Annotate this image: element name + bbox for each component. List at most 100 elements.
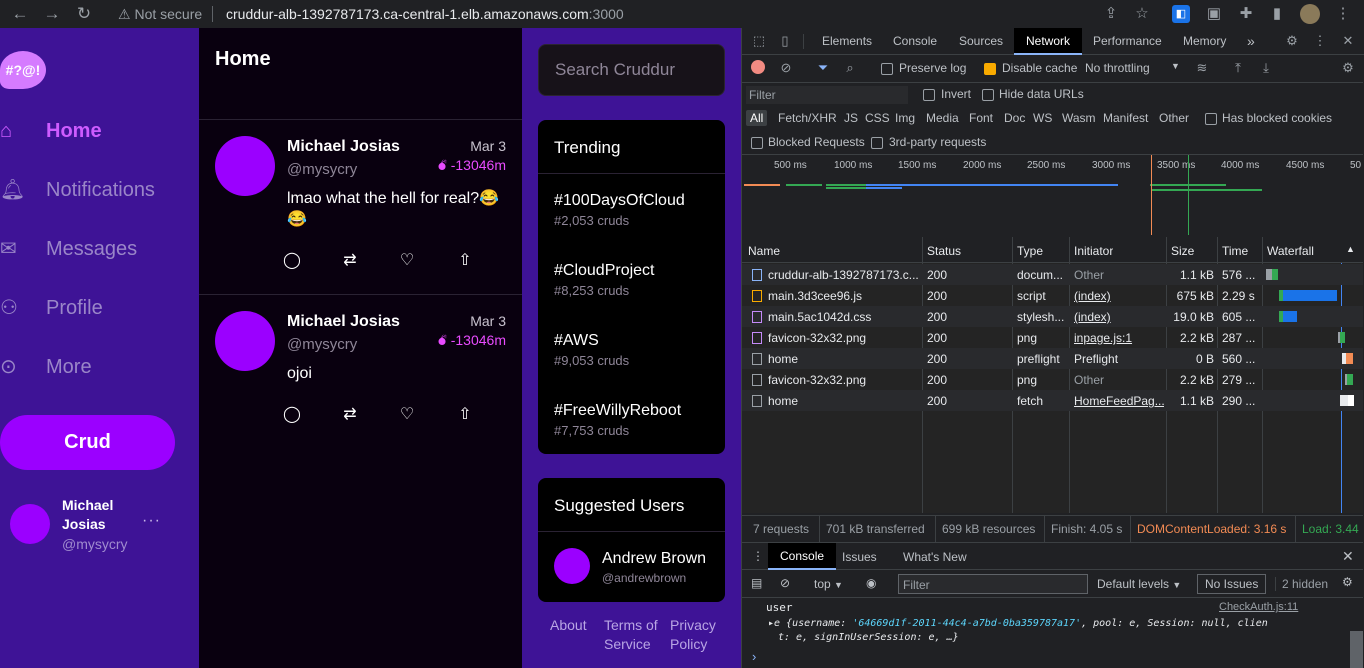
trend-item[interactable]: #FreeWillyReboot #7,753 cruds bbox=[554, 402, 681, 438]
log-levels-select[interactable]: Default levels ▼ bbox=[1097, 577, 1181, 591]
blocked-requests-checkbox[interactable] bbox=[751, 137, 763, 149]
disable-cache-checkbox[interactable] bbox=[984, 63, 996, 75]
avatar[interactable] bbox=[554, 548, 590, 584]
chevron-down-icon[interactable]: ▼ bbox=[1171, 61, 1180, 71]
clear-console-icon[interactable]: ⊘ bbox=[780, 576, 790, 590]
nav-home[interactable]: ⌂ Home bbox=[0, 111, 199, 151]
trend-item[interactable]: #100DaysOfCloud #2,053 cruds bbox=[554, 192, 685, 228]
tab-elements[interactable]: Elements bbox=[822, 28, 872, 55]
more-tabs-button[interactable]: » bbox=[1247, 28, 1255, 55]
network-conditions-icon[interactable]: ≋ bbox=[1194, 60, 1210, 76]
console-settings-icon[interactable]: ⚙ bbox=[1342, 575, 1353, 589]
avatar[interactable] bbox=[215, 136, 275, 196]
search-input[interactable]: Search Cruddur bbox=[538, 44, 725, 96]
post-author-handle[interactable]: @mysycry bbox=[287, 336, 357, 353]
filter-input[interactable]: Filter bbox=[746, 86, 908, 104]
share-icon[interactable]: ⇧ bbox=[454, 404, 476, 426]
activity-item[interactable]: Michael Josias @mysycry Mar 3 💣︎ -13046m… bbox=[199, 295, 522, 469]
type-filter-img[interactable]: Img bbox=[895, 111, 915, 125]
reload-icon[interactable]: ↻ bbox=[74, 4, 94, 24]
has-blocked-cookies-checkbox[interactable] bbox=[1205, 113, 1217, 125]
type-filter-font[interactable]: Font bbox=[969, 111, 993, 125]
type-filter-media[interactable]: Media bbox=[926, 111, 959, 125]
hide-data-urls-checkbox[interactable] bbox=[982, 89, 994, 101]
tab-console[interactable]: Console bbox=[893, 28, 937, 55]
column-name[interactable]: Name bbox=[748, 244, 780, 258]
type-filter-doc[interactable]: Doc bbox=[1004, 111, 1025, 125]
issues-button[interactable]: No Issues bbox=[1197, 574, 1267, 594]
request-initiator[interactable]: HomeFeedPag... bbox=[1074, 394, 1164, 408]
back-icon[interactable]: ← bbox=[10, 4, 30, 24]
sidepanel-icon[interactable]: ▮ bbox=[1267, 4, 1287, 24]
drawer-menu-icon[interactable]: ⋮ bbox=[752, 549, 764, 563]
type-filter-all[interactable]: All bbox=[746, 110, 768, 126]
column-size[interactable]: Size bbox=[1171, 244, 1194, 258]
network-settings-icon[interactable]: ⚙ bbox=[1340, 60, 1356, 76]
suggested-user-name[interactable]: Andrew Brown bbox=[602, 550, 706, 568]
post-author-handle[interactable]: @mysycry bbox=[287, 161, 357, 178]
nav-messages[interactable]: ✉ Messages bbox=[0, 229, 199, 269]
request-row[interactable]: home 200 preflight Preflight 0 B 560 ... bbox=[742, 348, 1363, 369]
live-expression-eye-icon[interactable]: ◉ bbox=[866, 576, 876, 590]
bookmark-star-icon[interactable]: ☆ bbox=[1132, 4, 1152, 24]
preserve-log-checkbox[interactable] bbox=[881, 63, 893, 75]
tab-console-drawer[interactable]: Console bbox=[768, 543, 837, 570]
request-row[interactable]: favicon-32x32.png 200 png Other 2.2 kB 279 ..… bbox=[742, 369, 1363, 390]
export-har-icon[interactable]: ⤓ bbox=[1258, 60, 1274, 76]
tab-performance[interactable]: Performance bbox=[1093, 28, 1162, 55]
reply-icon[interactable]: ◯ bbox=[281, 404, 303, 426]
security-indicator[interactable]: ⚠ Not secure bbox=[118, 4, 202, 24]
profile-avatar[interactable] bbox=[1300, 4, 1320, 24]
column-type[interactable]: Type bbox=[1017, 244, 1043, 258]
like-icon[interactable]: ♡ bbox=[396, 404, 418, 426]
column-status[interactable]: Status bbox=[927, 244, 961, 258]
crud-button[interactable]: Crud bbox=[0, 415, 175, 470]
search-icon[interactable]: ⌕ bbox=[842, 60, 858, 76]
record-icon[interactable] bbox=[751, 60, 765, 74]
nav-profile[interactable]: ⚇ Profile bbox=[0, 288, 199, 328]
kebab-menu-icon[interactable]: ⋮ bbox=[1312, 33, 1328, 49]
avatar[interactable] bbox=[215, 311, 275, 371]
extension-icon[interactable]: ◧ bbox=[1172, 5, 1190, 23]
column-initiator[interactable]: Initiator bbox=[1074, 244, 1113, 258]
third-party-checkbox[interactable] bbox=[871, 137, 883, 149]
throttling-select[interactable]: No throttling bbox=[1085, 61, 1150, 75]
sidebar-toggle-icon[interactable]: ▤ bbox=[751, 576, 762, 590]
console-filter-input[interactable]: Filter bbox=[898, 574, 1088, 594]
request-row[interactable]: home 200 fetch HomeFeedPag... 1.1 kB 290 ... bbox=[742, 390, 1363, 411]
type-filter-manifest[interactable]: Manifest bbox=[1103, 111, 1148, 125]
context-select[interactable]: top ▼ bbox=[814, 577, 843, 591]
footer-privacy-link[interactable]: Privacy Policy bbox=[670, 616, 730, 654]
column-time[interactable]: Time bbox=[1222, 244, 1248, 258]
activity-item[interactable]: Michael Josias @mysycry Mar 3 💣︎ -13046m… bbox=[199, 120, 522, 294]
reply-icon[interactable]: ◯ bbox=[281, 250, 303, 272]
sort-triangle-icon[interactable]: ▲ bbox=[1346, 244, 1355, 254]
tab-network[interactable]: Network bbox=[1014, 28, 1083, 55]
tab-issues[interactable]: Issues bbox=[842, 550, 877, 564]
screenshot-extension-icon[interactable]: ▣ bbox=[1204, 4, 1224, 24]
request-row[interactable]: cruddur-alb-1392787173.c... 200 docum... Ot… bbox=[742, 264, 1363, 285]
type-filter-other[interactable]: Other bbox=[1159, 111, 1189, 125]
post-author-name[interactable]: Michael Josias bbox=[287, 138, 400, 156]
cruddur-logo[interactable]: #?@! bbox=[0, 51, 46, 89]
tab-memory[interactable]: Memory bbox=[1183, 28, 1226, 55]
request-row[interactable]: favicon-32x32.png 200 png inpage.js:1 2.2 kB… bbox=[742, 327, 1363, 348]
type-filter-wasm[interactable]: Wasm bbox=[1062, 111, 1096, 125]
forward-icon[interactable]: → bbox=[42, 4, 62, 24]
type-filter-fetch[interactable]: Fetch/XHR bbox=[778, 111, 837, 125]
address-bar[interactable]: cruddur-alb-1392787173.ca-central-1.elb.… bbox=[226, 4, 624, 24]
type-filter-ws[interactable]: WS bbox=[1033, 111, 1052, 125]
post-author-name[interactable]: Michael Josias bbox=[287, 313, 400, 331]
request-initiator[interactable]: (index) bbox=[1074, 289, 1164, 303]
nav-notifications[interactable]: 🔔︎ Notifications bbox=[0, 170, 199, 210]
close-drawer-icon[interactable]: ✕ bbox=[1342, 548, 1354, 565]
profile-more-button[interactable]: ··· bbox=[142, 512, 161, 530]
request-row[interactable]: main.5ac1042d.css 200 stylesh... (index) 19.… bbox=[742, 306, 1363, 327]
settings-gear-icon[interactable]: ⚙ bbox=[1284, 33, 1300, 49]
column-waterfall[interactable]: Waterfall bbox=[1267, 244, 1314, 258]
tab-sources[interactable]: Sources bbox=[959, 28, 1003, 55]
tab-whats-new[interactable]: What's New bbox=[903, 550, 967, 564]
filter-icon[interactable]: ⏷ bbox=[815, 60, 831, 76]
footer-terms-link[interactable]: Terms of Service bbox=[604, 616, 660, 654]
type-filter-css[interactable]: CSS bbox=[865, 111, 890, 125]
